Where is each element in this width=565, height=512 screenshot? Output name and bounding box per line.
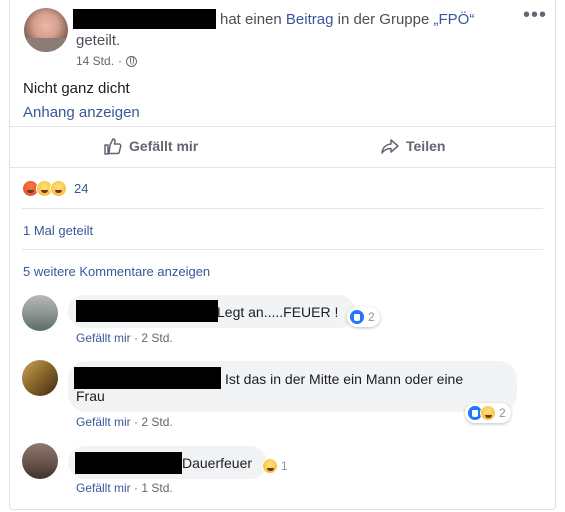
commenter-avatar[interactable]	[22, 360, 58, 396]
comment-meta: Gefällt mir · 2 Std.	[76, 415, 173, 429]
reactions-summary[interactable]: 24	[22, 180, 88, 197]
comment-like-link[interactable]: Gefällt mir	[76, 331, 131, 345]
comment-meta: Gefällt mir · 2 Std.	[76, 331, 173, 345]
like-icon	[349, 309, 365, 325]
comment-bubble: Ist das in der Mitte ein Mann oder eine …	[68, 361, 517, 412]
poster-avatar[interactable]	[24, 8, 68, 52]
comment-text-line2: Frau	[76, 388, 105, 404]
reaction-count: 24	[74, 181, 89, 196]
comment-like-link[interactable]: Gefällt mir	[76, 415, 131, 429]
comment-text: Dauerfeuer	[182, 455, 253, 471]
post-meta: 14 Std. ·	[76, 54, 138, 68]
redacted-name	[74, 367, 221, 389]
sad-icon	[50, 180, 67, 197]
share-button-label: Teilen	[406, 138, 446, 154]
post-text: Nicht ganz dicht	[23, 80, 130, 97]
globe-icon	[126, 55, 138, 67]
redacted-name	[76, 300, 218, 322]
redacted-name	[73, 9, 216, 29]
like-button-label: Gefällt mir	[129, 138, 199, 154]
comment-like-link[interactable]: Gefällt mir	[76, 481, 131, 495]
comment-reaction-count: 2	[368, 310, 375, 324]
commenter-avatar[interactable]	[22, 443, 58, 479]
comment-time[interactable]: 1 Std.	[141, 481, 172, 495]
share-count-link[interactable]: 1 Mal geteilt	[23, 223, 93, 238]
meta-dot: ·	[134, 331, 139, 345]
redacted-name	[75, 452, 182, 474]
post-card: hat einen Beitrag in der Gruppe „FPÖ“ ge…	[9, 0, 556, 510]
group-link[interactable]: „FPÖ“	[434, 11, 475, 28]
haha-icon	[480, 405, 496, 421]
comment-text-line1: Ist das in der Mitte ein Mann oder eine	[225, 371, 464, 387]
comment-bubble: Dauerfeuer	[68, 446, 267, 479]
commenter-avatar[interactable]	[22, 295, 58, 331]
comment-reactions[interactable]: 2	[347, 307, 380, 327]
divider	[10, 126, 555, 127]
like-button[interactable]: Gefällt mir	[103, 135, 198, 157]
comment-meta: Gefällt mir · 1 Std.	[76, 481, 173, 495]
meta-dot: ·	[134, 481, 139, 495]
header-line2: geteilt.	[76, 32, 121, 49]
post-header: hat einen Beitrag in der Gruppe „FPÖ“	[220, 11, 474, 28]
header-mid: in der Gruppe	[337, 11, 430, 28]
share-arrow-icon	[381, 139, 399, 154]
meta-dot: ·	[134, 415, 139, 429]
header-prefix: hat einen	[220, 11, 282, 28]
comment-time[interactable]: 2 Std.	[141, 331, 172, 345]
divider	[22, 208, 543, 209]
comment-reactions[interactable]: 1	[260, 456, 293, 476]
comment-reactions[interactable]: 2	[465, 403, 511, 423]
comment-reaction-count: 2	[499, 406, 506, 420]
divider	[22, 249, 543, 250]
view-more-comments-link[interactable]: 5 weitere Kommentare anzeigen	[23, 264, 210, 279]
post-time[interactable]: 14 Std.	[76, 54, 114, 68]
thumbs-up-icon	[104, 138, 122, 155]
show-attachment-link[interactable]: Anhang anzeigen	[23, 104, 140, 121]
divider	[10, 167, 555, 168]
comment-reaction-count: 1	[281, 459, 288, 473]
post-link[interactable]: Beitrag	[286, 11, 334, 28]
more-options-icon[interactable]: •••	[523, 4, 547, 27]
haha-icon	[262, 458, 278, 474]
share-button[interactable]: Teilen	[380, 135, 445, 157]
comment-text: Legt an.....FEUER !	[217, 304, 339, 320]
comment-time[interactable]: 2 Std.	[141, 415, 172, 429]
meta-dot: ·	[118, 54, 123, 68]
comment-bubble: Legt an.....FEUER !	[68, 295, 355, 328]
